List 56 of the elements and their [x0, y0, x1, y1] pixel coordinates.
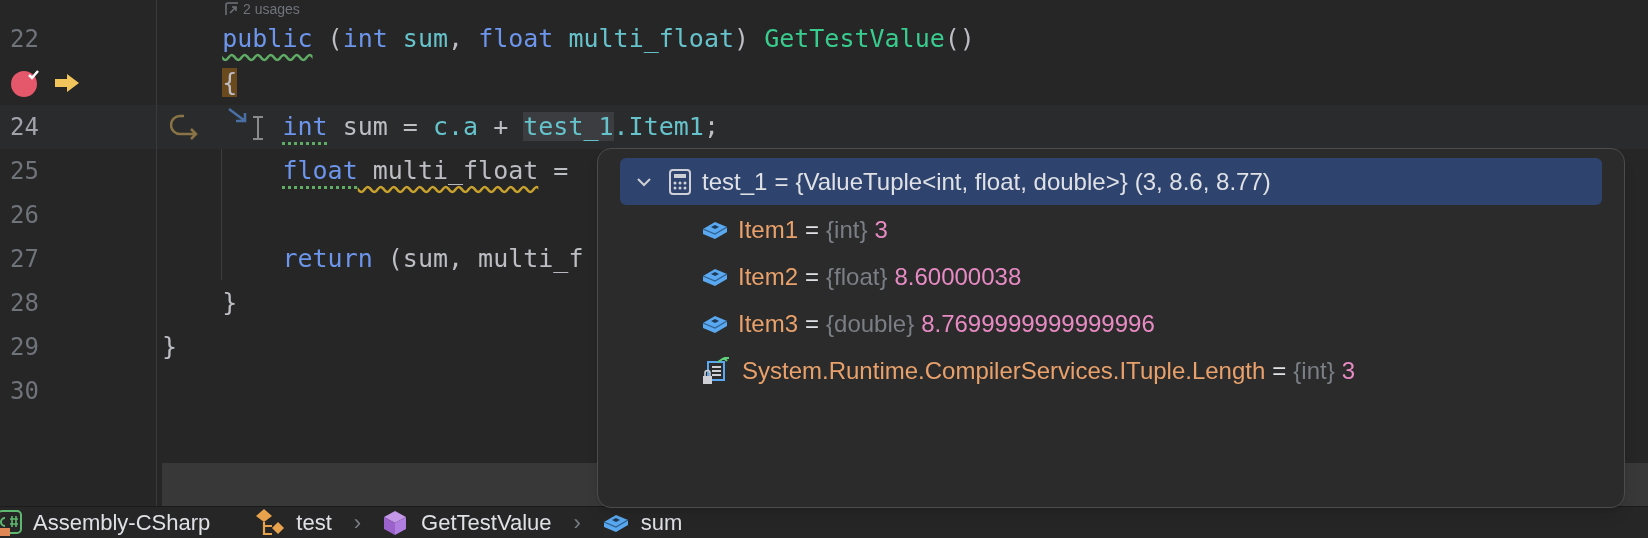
- tree-row[interactable]: test_1 = {ValueTuple<int, float, double>} (3, 8.6, 8.77): [620, 158, 1602, 205]
- variable-value: 3: [1341, 355, 1356, 386]
- property-lock-icon: [702, 355, 732, 386]
- equals-sign: =: [805, 214, 820, 245]
- equals-sign: =: [805, 261, 820, 292]
- field-icon: [702, 313, 728, 334]
- line-number: 22: [10, 24, 39, 55]
- type-label: {double}: [826, 308, 915, 339]
- code-line: }: [162, 331, 178, 364]
- variable-name: Item1: [738, 214, 799, 245]
- code-line: return (sum, multi_f: [282, 243, 584, 276]
- line-number: 24: [10, 112, 39, 143]
- variable-name: Item2: [738, 261, 799, 292]
- type-label: {int}: [826, 214, 868, 245]
- breadcrumb-separator: ›: [573, 509, 581, 537]
- tree-row[interactable]: System.Runtime.CompilerServices.ITuple.Length = {int} 3: [620, 347, 1602, 394]
- code-line: }: [222, 287, 238, 320]
- line-number: 29: [10, 332, 39, 363]
- code-line: float multi_float =: [282, 155, 569, 188]
- breadcrumb-item[interactable]: test: [296, 506, 332, 538]
- line-number: 25: [10, 156, 39, 187]
- equals-sign: =: [1272, 355, 1287, 386]
- cube-icon: [383, 509, 408, 536]
- variable-name: Item3: [738, 308, 799, 339]
- csharp-project-icon: [0, 508, 23, 537]
- tree-row[interactable]: Item2 = {float} 8.60000038: [620, 253, 1602, 300]
- type-label: {ValueTuple<int, float, double>}: [795, 166, 1128, 197]
- variable-name: test_1: [702, 166, 768, 197]
- line-number: 26: [10, 200, 39, 231]
- field-icon: [702, 219, 728, 240]
- line-number: 28: [10, 288, 39, 319]
- step-arrow-icon: [227, 107, 249, 125]
- usages-icon: [225, 2, 238, 15]
- calculator-icon: [668, 168, 692, 195]
- class-icon: [254, 507, 287, 538]
- variable-value: (3, 8.6, 8.77): [1134, 166, 1271, 197]
- variable-value: 8.60000038: [894, 261, 1022, 292]
- code-line: public (int sum, float multi_float) GetTestValue(): [222, 23, 975, 56]
- line-number: 30: [10, 376, 39, 407]
- field-icon: [702, 266, 728, 287]
- breadcrumb-separator: ›: [353, 509, 362, 537]
- equals-sign: =: [805, 308, 820, 339]
- variable-name: System.Runtime.CompilerServices.ITuple.Length: [742, 355, 1266, 386]
- tree-row[interactable]: Item1 = {int} 3: [620, 206, 1602, 253]
- type-label: {float}: [826, 261, 888, 292]
- variable-value: 8.7699999999999996: [921, 308, 1155, 339]
- text-cursor-icon: [251, 115, 265, 141]
- type-label: {int}: [1293, 355, 1335, 386]
- breadcrumb-item[interactable]: Assembly-CSharp: [33, 506, 211, 538]
- tree-row[interactable]: Item3 = {double} 8.7699999999999996: [620, 300, 1602, 347]
- breadcrumb-item[interactable]: GetTestValue: [421, 506, 552, 538]
- field-icon: [602, 512, 629, 533]
- variable-value: 3: [874, 214, 888, 245]
- breadcrumb-item[interactable]: sum: [640, 506, 683, 538]
- equals-sign: =: [774, 166, 789, 197]
- line-number: 27: [10, 244, 39, 275]
